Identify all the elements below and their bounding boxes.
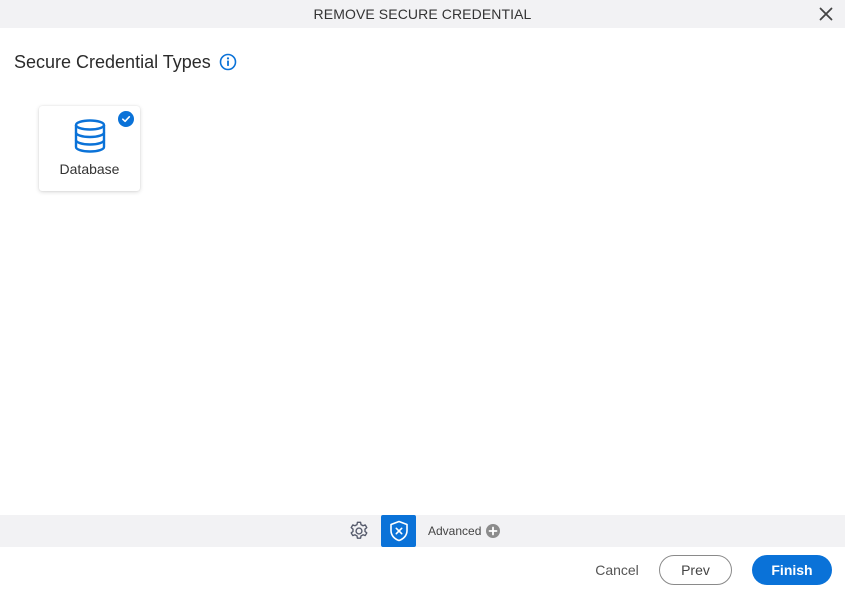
- shield-remove-icon: [389, 520, 408, 542]
- info-icon[interactable]: [219, 53, 237, 71]
- close-button[interactable]: [817, 5, 835, 23]
- bottom-toolbar: Advanced: [0, 515, 845, 547]
- remove-credential-tool-button[interactable]: [381, 515, 416, 547]
- section-title: Secure Credential Types: [14, 51, 211, 72]
- close-icon: [819, 7, 833, 21]
- remove-secure-credential-dialog: REMOVE SECURE CREDENTIAL Secure Credenti…: [0, 0, 845, 594]
- advanced-toggle[interactable]: Advanced: [428, 515, 501, 547]
- selected-check-icon: [118, 111, 134, 127]
- credential-type-card-database[interactable]: Database: [39, 106, 140, 191]
- credential-type-label: Database: [59, 161, 120, 177]
- gear-icon: [350, 521, 368, 539]
- prev-button[interactable]: Prev: [659, 555, 732, 585]
- finish-button[interactable]: Finish: [752, 555, 832, 585]
- cancel-button[interactable]: Cancel: [590, 555, 644, 585]
- settings-button[interactable]: [347, 519, 371, 543]
- plus-circle-icon: [486, 524, 501, 538]
- section-header: Secure Credential Types: [14, 50, 237, 74]
- dialog-titlebar: REMOVE SECURE CREDENTIAL: [0, 0, 845, 28]
- dialog-title: REMOVE SECURE CREDENTIAL: [313, 6, 532, 22]
- database-icon: [72, 118, 108, 154]
- advanced-label: Advanced: [428, 524, 482, 538]
